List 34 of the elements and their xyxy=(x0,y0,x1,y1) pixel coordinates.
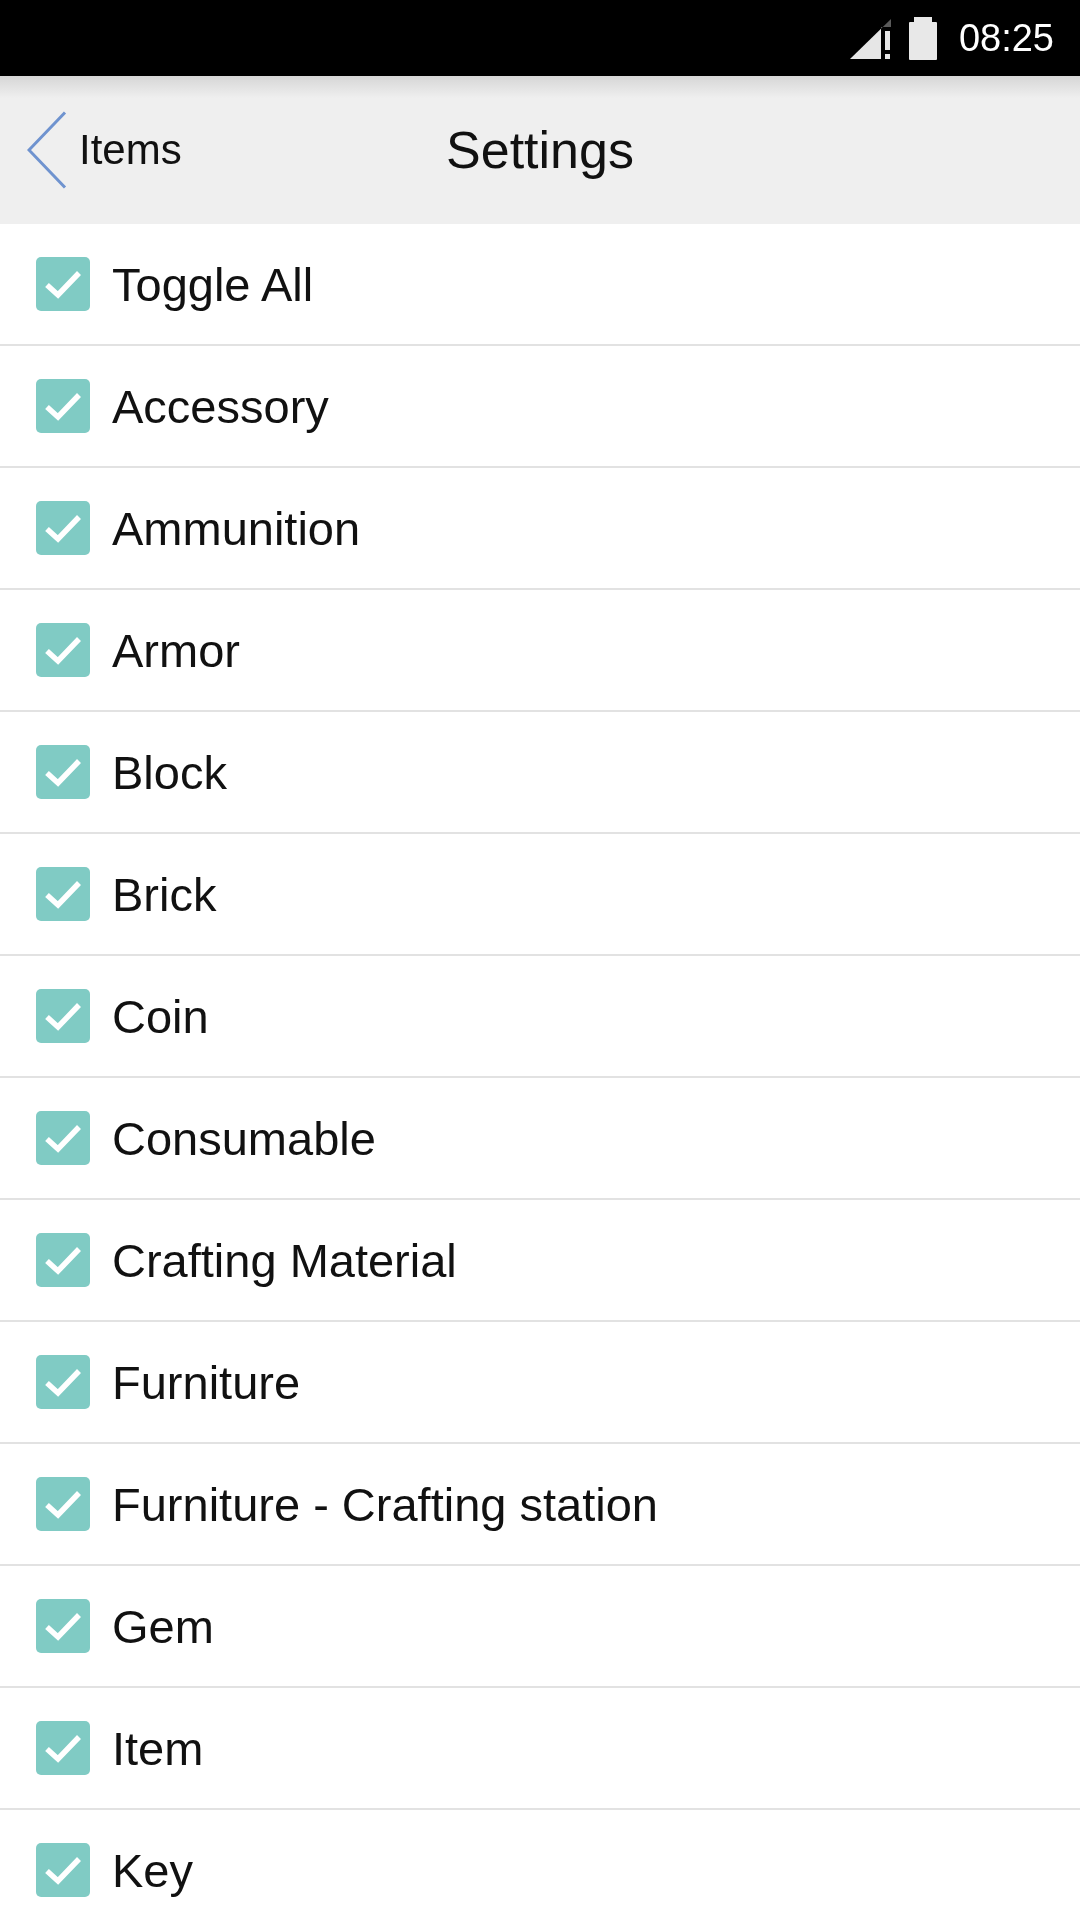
checkbox-label[interactable]: Toggle All xyxy=(112,256,314,312)
page-title: Settings xyxy=(446,120,634,180)
checkbox-label[interactable]: Coin xyxy=(112,988,209,1044)
checkbox-label[interactable]: Ammunition xyxy=(112,500,361,556)
checkbox[interactable] xyxy=(36,989,90,1043)
checkbox[interactable] xyxy=(36,867,90,921)
checkbox-label[interactable]: Item xyxy=(112,1720,204,1776)
chevron-left-icon xyxy=(27,111,67,189)
checkbox-label[interactable]: Crafting Material xyxy=(112,1232,457,1288)
checkbox[interactable] xyxy=(36,1721,90,1775)
checkbox[interactable] xyxy=(36,1233,90,1287)
checkbox-label[interactable]: Furniture xyxy=(112,1354,301,1410)
battery-icon xyxy=(908,16,937,60)
clock-time: 08:25 xyxy=(958,16,1054,60)
checkbox-label[interactable]: Block xyxy=(112,744,227,800)
checkbox-label[interactable]: Accessory xyxy=(112,378,329,434)
back-button[interactable]: Items xyxy=(0,111,190,189)
checkbox[interactable] xyxy=(36,1477,90,1531)
checkbox-label[interactable]: Furniture - Crafting station xyxy=(112,1476,658,1532)
signal-icon xyxy=(849,19,892,59)
checkbox[interactable] xyxy=(36,623,90,677)
checkbox[interactable] xyxy=(36,1599,90,1653)
checkbox-label[interactable]: Brick xyxy=(112,866,217,922)
checkbox-label[interactable]: Gem xyxy=(112,1598,214,1654)
checkbox-label[interactable]: Consumable xyxy=(112,1110,376,1166)
checkbox[interactable] xyxy=(36,1843,90,1897)
checkbox[interactable] xyxy=(36,379,90,433)
checkbox-label[interactable]: Armor xyxy=(112,622,240,678)
checkbox[interactable] xyxy=(36,257,90,311)
checkbox-label[interactable]: Key xyxy=(112,1842,193,1898)
checkbox[interactable] xyxy=(36,745,90,799)
checkbox[interactable] xyxy=(36,501,90,555)
checkbox[interactable] xyxy=(36,1355,90,1409)
checkbox[interactable] xyxy=(36,1111,90,1165)
